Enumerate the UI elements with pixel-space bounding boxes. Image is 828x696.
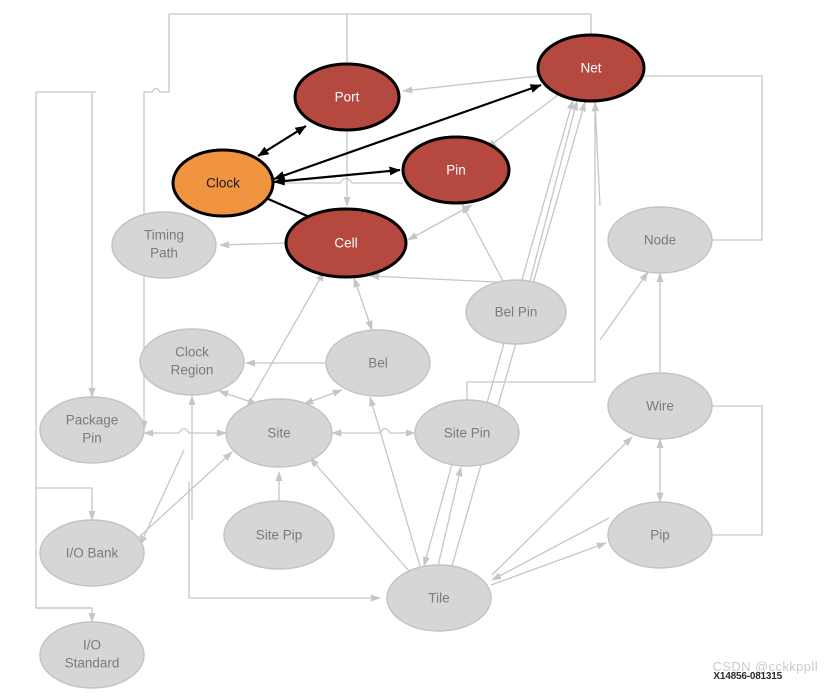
- node-port[interactable]: Port: [293, 62, 401, 132]
- node-shape-cell[interactable]: [284, 207, 408, 279]
- edge-site-bel: [303, 389, 343, 405]
- watermark-document-code: X14856-081315: [713, 671, 782, 682]
- edge-port-clock: [257, 125, 307, 157]
- node-io-bank[interactable]: I/O Bank: [39, 519, 145, 587]
- rail-iostandard-feed: [36, 607, 96, 623]
- edge-cell-pin: [407, 204, 473, 241]
- node-package-pin[interactable]: Package Pin: [39, 396, 145, 464]
- edge-iobank-site: [137, 451, 233, 539]
- node-shape-site-pip[interactable]: [223, 500, 335, 570]
- node-bel[interactable]: Bel: [325, 329, 431, 397]
- node-pip[interactable]: Pip: [607, 501, 713, 569]
- node-pin[interactable]: Pin: [401, 135, 511, 205]
- node-shape-net[interactable]: [536, 33, 646, 103]
- edge-belpin-pin: [461, 203, 504, 282]
- node-tile[interactable]: Tile: [386, 564, 492, 632]
- edge-belpin-net: [529, 100, 579, 282]
- edge-tile-site: [309, 457, 411, 573]
- node-shape-site[interactable]: [225, 398, 333, 468]
- node-shape-io-bank[interactable]: [39, 519, 145, 587]
- node-io-standard[interactable]: I/O Standard: [39, 621, 145, 689]
- node-shape-clock-region[interactable]: [139, 328, 245, 396]
- edge-clockregion-site: [218, 390, 258, 405]
- node-net[interactable]: Net: [536, 33, 646, 103]
- diagram-canvas: Timing Path Bel Pin Node Clock Region Be…: [0, 0, 828, 696]
- node-shape-package-pin[interactable]: [39, 396, 145, 464]
- edge-tile-bel: [369, 396, 421, 567]
- node-node[interactable]: Node: [607, 206, 713, 274]
- node-clock-region[interactable]: Clock Region: [139, 328, 245, 396]
- node-shape-site-pin[interactable]: [414, 399, 520, 467]
- object-model-graph: Timing Path Bel Pin Node Clock Region Be…: [35, 13, 763, 689]
- node-shape-timing-path[interactable]: [111, 211, 217, 279]
- rail-sitepin-box: [466, 76, 596, 400]
- edge-site-cell: [247, 271, 325, 406]
- node-shape-port[interactable]: [293, 62, 401, 132]
- node-shape-bel[interactable]: [325, 329, 431, 397]
- node-site-pip[interactable]: Site Pip: [223, 500, 335, 570]
- node-shape-node[interactable]: [607, 206, 713, 274]
- edge-tile-wire: [491, 436, 633, 576]
- node-wire[interactable]: Wire: [607, 372, 713, 440]
- edge-node-net: [591, 101, 601, 207]
- node-shape-tile[interactable]: [386, 564, 492, 632]
- node-shape-io-standard[interactable]: [39, 621, 145, 689]
- edge-belpin-cell: [369, 272, 497, 283]
- edge-tile-pip: [490, 542, 607, 586]
- edge-net-port: [402, 75, 540, 94]
- rail-wire-pip-right: [712, 405, 763, 536]
- node-bel-pin[interactable]: Bel Pin: [465, 279, 567, 345]
- edge-sitepin-tile: [422, 463, 453, 567]
- edge-cell-bel: [353, 277, 373, 331]
- node-site[interactable]: Site: [225, 398, 333, 468]
- node-cell[interactable]: Cell: [284, 207, 408, 279]
- edge-cell-timingpath: [219, 241, 287, 249]
- node-shape-clock[interactable]: [171, 148, 275, 218]
- edge-tile-sitepin: [437, 466, 463, 567]
- edge-node-diagonal: [599, 271, 649, 341]
- edge-site-packagepin: [143, 427, 227, 437]
- node-shape-pin[interactable]: [401, 135, 511, 205]
- edge-site-sitepin: [331, 427, 416, 437]
- edge-net-pin: [486, 94, 559, 149]
- node-shape-pip[interactable]: [607, 501, 713, 569]
- node-timing-path[interactable]: Timing Path: [111, 211, 217, 279]
- node-shape-wire[interactable]: [607, 372, 713, 440]
- node-shape-bel-pin[interactable]: [465, 279, 567, 345]
- node-layer: Timing Path Bel Pin Node Clock Region Be…: [39, 33, 713, 689]
- node-site-pin[interactable]: Site Pin: [414, 399, 520, 467]
- edge-sitepin-net: [486, 99, 574, 404]
- node-clock[interactable]: Clock: [171, 148, 275, 218]
- rail-iobank-feed: [36, 487, 96, 521]
